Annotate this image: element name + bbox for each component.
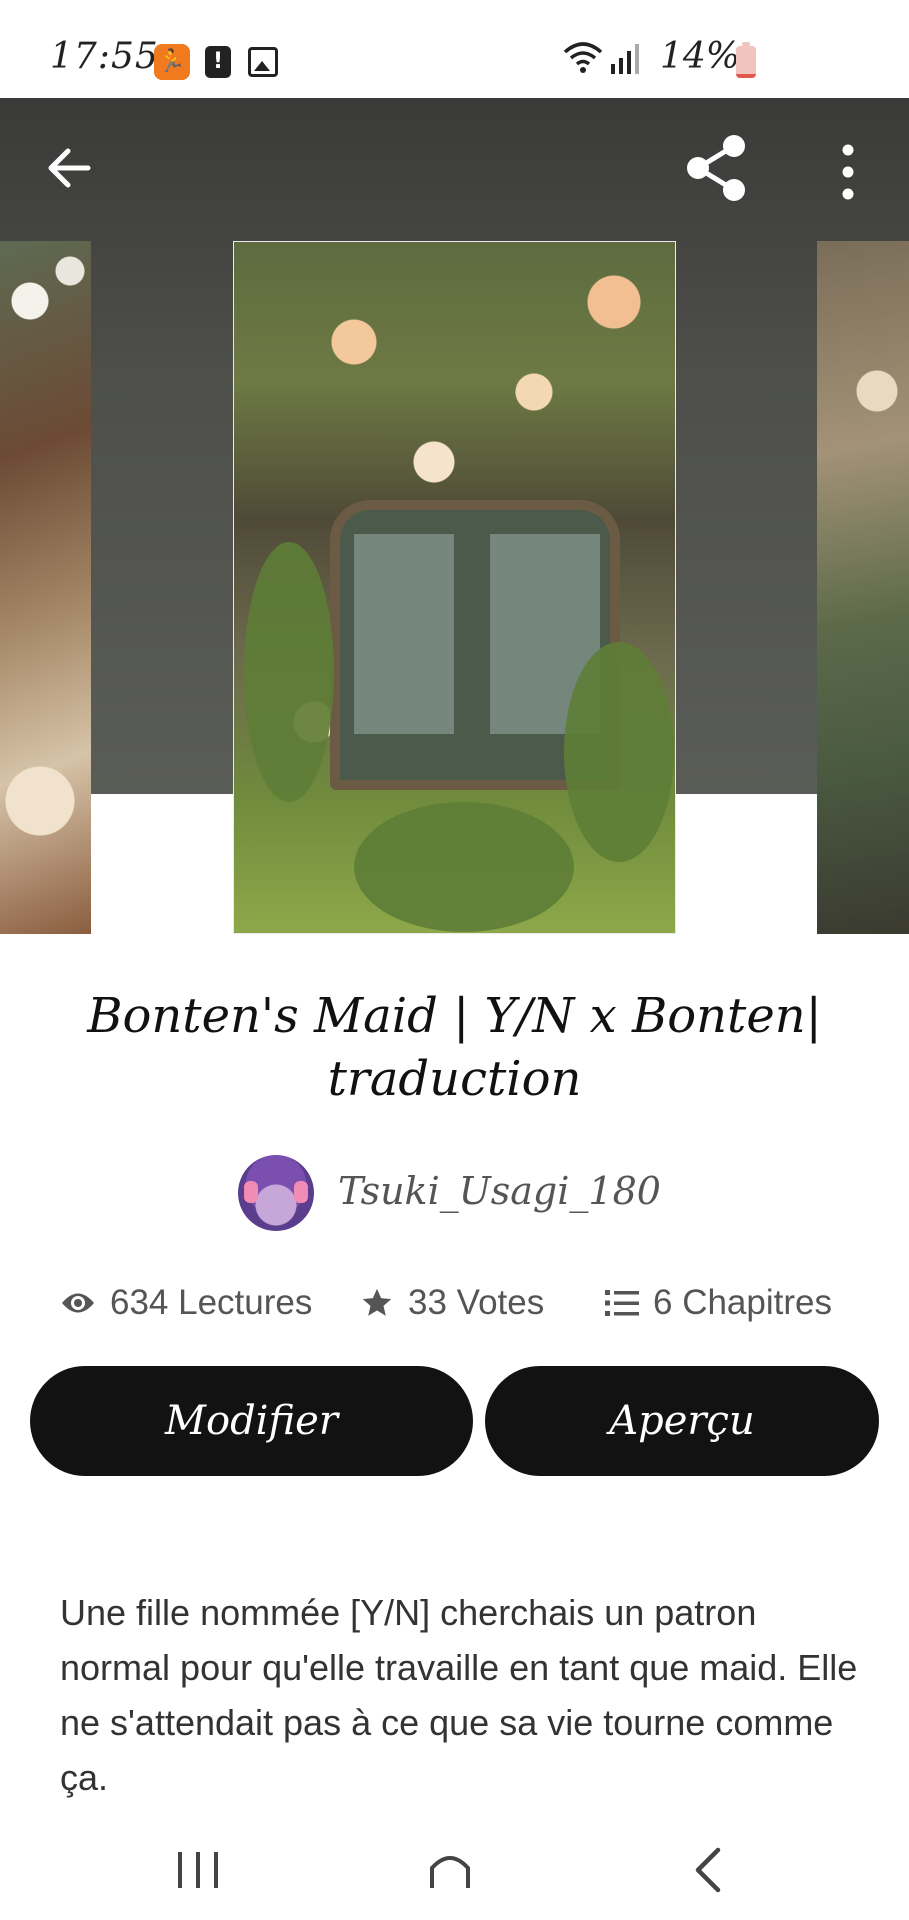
parts-count: 6 Chapitres	[653, 1283, 832, 1322]
alert-icon: !	[205, 46, 231, 78]
battery-fill	[736, 73, 756, 78]
system-nav-bar	[0, 1820, 909, 1920]
home-icon[interactable]	[410, 1838, 490, 1902]
eye-icon	[62, 1293, 94, 1313]
stat-reads: 634 Lectures	[60, 1275, 312, 1331]
list-icon	[605, 1290, 639, 1316]
top-action-bar	[0, 98, 909, 238]
cover-previous[interactable]	[0, 241, 91, 934]
running-icon: 🏃	[154, 44, 190, 80]
star-icon	[362, 1288, 392, 1316]
story-description: Une fille nommée [Y/N] cherchais un patr…	[60, 1592, 858, 1798]
battery-icon	[736, 42, 756, 78]
recents-icon[interactable]	[158, 1838, 238, 1902]
stat-votes: 33 Votes	[360, 1275, 544, 1331]
battery-percent: 14%	[660, 36, 741, 77]
reads-count: 634 Lectures	[110, 1283, 313, 1322]
more-vertical-icon[interactable]	[820, 142, 876, 202]
status-time: 17:55	[50, 36, 159, 77]
image-icon	[248, 47, 278, 77]
back-icon[interactable]	[668, 1838, 748, 1902]
arrow-left-icon[interactable]	[40, 138, 100, 198]
status-bar: 17:55 🏃 ! 14%	[0, 0, 909, 98]
story-stats: 634 Lectures 33 Votes 6 Chapitres	[60, 1275, 860, 1331]
share-icon[interactable]	[680, 132, 752, 204]
author-name[interactable]: Tsuki_Usagi_180	[338, 1169, 661, 1213]
preview-button[interactable]: Aperçu	[485, 1366, 879, 1476]
edit-button[interactable]: Modifier	[30, 1366, 473, 1476]
cover-next[interactable]	[817, 241, 909, 934]
stat-parts: 6 Chapitres	[605, 1275, 832, 1331]
wifi-icon	[563, 42, 603, 73]
avatar[interactable]	[238, 1155, 314, 1231]
signal-icon	[611, 44, 639, 74]
story-title: Bonten's Maid | Y/N x Bonten| traduction	[87, 988, 822, 1107]
story-cover[interactable]	[233, 241, 676, 934]
votes-count: 33 Votes	[408, 1283, 545, 1322]
